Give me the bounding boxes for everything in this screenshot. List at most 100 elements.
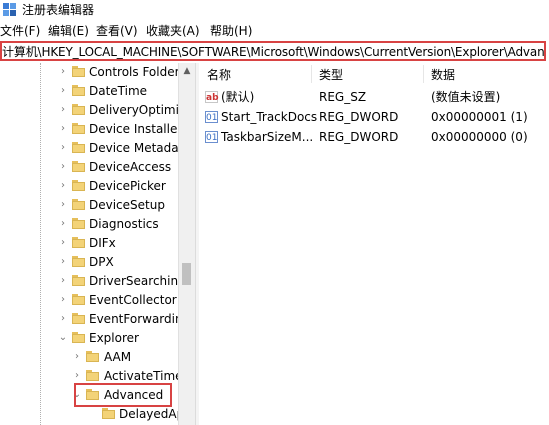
folder-icon <box>86 370 99 381</box>
value-data: 0x00000001 (1) <box>431 110 528 124</box>
expand-arrow-icon[interactable]: › <box>58 177 68 195</box>
value-row[interactable]: ab (默认) REG_SZ (数值未设置) <box>199 87 549 107</box>
expand-arrow-icon[interactable]: › <box>58 272 68 290</box>
tree-item-controls-folder[interactable]: › Controls Folder <box>0 63 180 81</box>
expand-arrow-icon[interactable]: › <box>58 101 68 119</box>
value-name: TaskbarSizeM... <box>221 130 314 144</box>
menu-bar: 文件(F) 编辑(E) 查看(V) 收藏夹(A) 帮助(H) <box>0 22 549 40</box>
tree-item-label: DPX <box>89 255 114 269</box>
tree-item-diagnostics[interactable]: › Diagnostics <box>0 215 178 233</box>
menu-edit[interactable]: 编辑(E) <box>48 22 89 40</box>
expand-arrow-icon[interactable]: › <box>58 215 68 233</box>
folder-icon <box>72 66 85 77</box>
tree-item-label: Device Installer <box>89 122 183 136</box>
expand-arrow-icon[interactable]: › <box>72 348 82 366</box>
tree-item-eventcollector[interactable]: › EventCollector <box>0 291 178 309</box>
window-title: 注册表编辑器 <box>22 3 95 17</box>
tree-item-label: EventCollector <box>89 293 177 307</box>
tree-item-label: Controls Folder <box>89 65 180 79</box>
value-row[interactable]: 01 TaskbarSizeM... REG_DWORD 0x00000000 … <box>199 127 549 147</box>
tree-item-label: EventForwarding <box>89 312 191 326</box>
menu-file[interactable]: 文件(F) <box>0 22 40 40</box>
folder-icon <box>72 142 85 153</box>
menu-favorites[interactable]: 收藏夹(A) <box>146 22 200 40</box>
collapse-arrow-icon[interactable]: ⌄ <box>58 329 68 347</box>
tree-item-difx[interactable]: › DIFx <box>0 234 178 252</box>
value-type: REG_DWORD <box>319 110 399 124</box>
folder-icon <box>86 351 99 362</box>
folder-icon <box>72 237 85 248</box>
tree-item-eventforwarding[interactable]: › EventForwarding <box>0 310 190 328</box>
tree-scrollbar[interactable]: ▲ <box>178 63 195 425</box>
advanced-highlight-box <box>74 383 172 407</box>
column-header-name[interactable]: 名称 <box>207 67 231 83</box>
expand-arrow-icon[interactable]: › <box>58 139 68 157</box>
registry-editor-icon <box>3 3 16 16</box>
tree-item-explorer[interactable]: ⌄ Explorer <box>0 329 178 347</box>
tree-item-deviceaccess[interactable]: › DeviceAccess <box>0 158 178 176</box>
tree-item-aam[interactable]: › AAM <box>0 348 178 366</box>
tree-item-label: DelayedAp <box>119 407 185 421</box>
expand-arrow-icon[interactable]: › <box>58 63 68 81</box>
tree-item-label: DevicePicker <box>89 179 166 193</box>
folder-icon <box>72 104 85 115</box>
tree-item-label: Explorer <box>89 331 139 345</box>
folder-icon <box>72 294 85 305</box>
value-name: (默认) <box>221 90 255 104</box>
expand-arrow-icon[interactable]: › <box>58 120 68 138</box>
tree-item-deliveryoptimization[interactable]: › DeliveryOptimiza <box>0 101 193 119</box>
tree-item-label: Device Metadata <box>89 141 191 155</box>
dword-value-icon: 01 <box>205 131 218 143</box>
address-path: 计算机\HKEY_LOCAL_MACHINE\SOFTWARE\Microsof… <box>2 45 546 59</box>
folder-icon <box>72 85 85 96</box>
expand-arrow-icon[interactable]: › <box>58 196 68 214</box>
tree-item-label: DateTime <box>89 84 148 98</box>
column-divider[interactable] <box>423 65 424 83</box>
value-type: REG_SZ <box>319 90 367 104</box>
tree-item-label: Diagnostics <box>89 217 159 231</box>
expand-arrow-icon[interactable]: › <box>58 310 68 328</box>
folder-icon <box>72 123 85 134</box>
tree-item-devicesetup[interactable]: › DeviceSetup <box>0 196 178 214</box>
folder-icon <box>72 218 85 229</box>
value-data: 0x00000000 (0) <box>431 130 528 144</box>
value-data: (数值未设置) <box>431 90 501 104</box>
title-bar: 注册表编辑器 <box>0 0 549 20</box>
folder-icon <box>72 180 85 191</box>
menu-help[interactable]: 帮助(H) <box>210 22 252 40</box>
dword-value-icon: 01 <box>205 111 218 123</box>
expand-arrow-icon[interactable]: › <box>58 82 68 100</box>
string-value-icon: ab <box>205 91 219 103</box>
tree-item-label: DeviceSetup <box>89 198 165 212</box>
value-row[interactable]: 01 Start_TrackDocs REG_DWORD 0x00000001 … <box>199 107 549 127</box>
column-header-type[interactable]: 类型 <box>319 67 343 83</box>
folder-icon <box>72 256 85 267</box>
folder-icon <box>72 275 85 286</box>
tree-item-devicepicker[interactable]: › DevicePicker <box>0 177 178 195</box>
expand-arrow-icon[interactable]: › <box>58 158 68 176</box>
column-header-data[interactable]: 数据 <box>431 67 455 83</box>
expand-arrow-icon[interactable]: › <box>58 291 68 309</box>
expand-arrow-icon[interactable]: › <box>58 234 68 252</box>
tree-item-device-installer[interactable]: › Device Installer <box>0 120 182 138</box>
key-tree: › Controls Folder › DateTime › DeliveryO… <box>0 63 195 425</box>
tree-item-label: DeviceAccess <box>89 160 172 174</box>
tree-item-driversearching[interactable]: › DriverSearching <box>0 272 186 290</box>
folder-icon <box>72 313 85 324</box>
tree-item-delayedapps[interactable]: DelayedAp <box>0 405 184 423</box>
scroll-up-icon[interactable]: ▲ <box>179 63 195 79</box>
expand-arrow-icon[interactable] <box>88 405 98 423</box>
tree-item-dpx[interactable]: › DPX <box>0 253 178 271</box>
tree-item-datetime[interactable]: › DateTime <box>0 82 178 100</box>
folder-icon <box>72 199 85 210</box>
tree-item-device-metadata[interactable]: › Device Metadata <box>0 139 191 157</box>
expand-arrow-icon[interactable]: › <box>58 253 68 271</box>
scroll-thumb[interactable] <box>182 263 191 285</box>
address-bar[interactable]: 计算机\HKEY_LOCAL_MACHINE\SOFTWARE\Microsof… <box>0 41 546 61</box>
column-divider[interactable] <box>311 65 312 83</box>
tree-item-label: DriverSearching <box>89 274 186 288</box>
folder-icon <box>102 408 115 419</box>
folder-open-icon <box>72 332 85 343</box>
tree-item-label: AAM <box>104 350 132 364</box>
menu-view[interactable]: 查看(V) <box>96 22 138 40</box>
